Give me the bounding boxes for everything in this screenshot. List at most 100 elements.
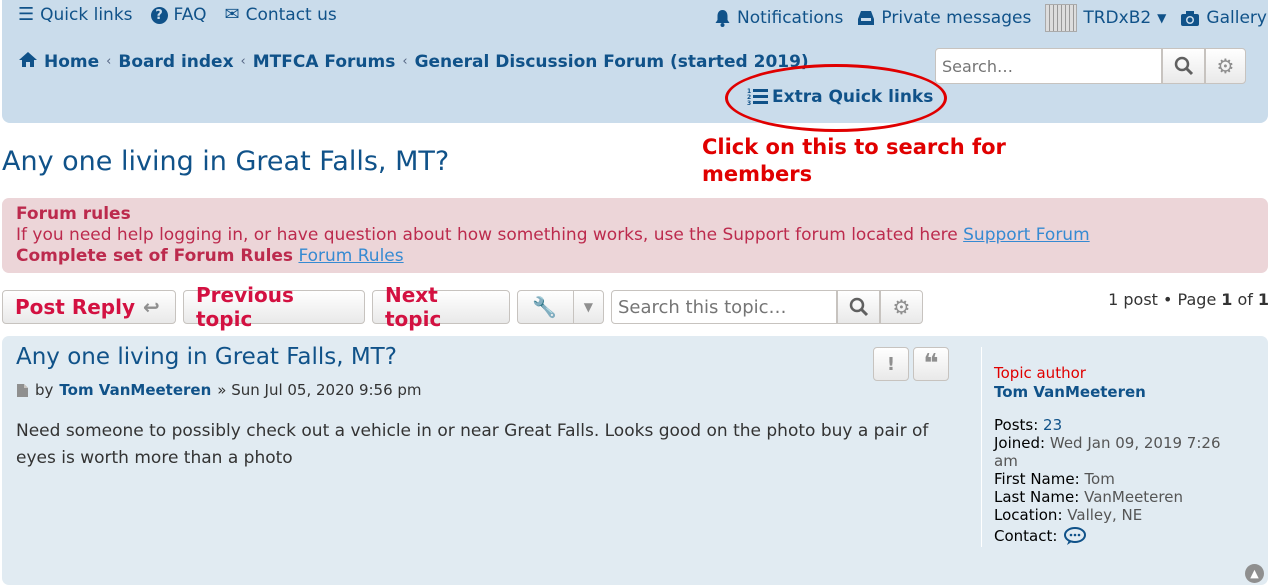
extra-quick-links-label: Extra Quick links: [772, 87, 934, 107]
question-circle-icon: ?: [150, 6, 168, 24]
chevron-left-icon: ‹: [240, 54, 246, 69]
contact-label: Contact:: [994, 527, 1058, 545]
support-forum-link[interactable]: Support Forum: [963, 225, 1090, 245]
wrench-icon: 🔧: [532, 295, 557, 319]
faq-label: FAQ: [173, 5, 207, 25]
previous-topic-button[interactable]: Previous topic: [183, 283, 365, 331]
bell-icon: [715, 10, 730, 27]
location-value: Valley, NE: [1067, 506, 1143, 524]
breadcrumb: Home ‹ Board index ‹ MTFCA Forums ‹ Gene…: [18, 51, 809, 72]
speech-bubble-icon[interactable]: [1063, 526, 1087, 546]
camera-icon: [1181, 10, 1200, 26]
action-bar: Post Reply ↩ Previous topic Next topic 🔧…: [2, 283, 923, 331]
search-input[interactable]: [935, 48, 1162, 84]
post-author-line: by Tom VanMeeteren » Sun Jul 05, 2020 9:…: [16, 381, 422, 399]
next-topic-button[interactable]: Next topic: [372, 283, 510, 331]
quick-links-label: Quick links: [40, 5, 133, 25]
topic-search: ⚙: [611, 290, 923, 324]
user-menu[interactable]: TRDxB2 ▼: [1045, 4, 1166, 32]
breadcrumb-forums[interactable]: MTFCA Forums: [253, 52, 396, 72]
pagination-of: of: [1237, 290, 1253, 309]
location-label: Location:: [994, 506, 1063, 524]
pagination: 1 post • Page 1 of 1: [1108, 290, 1269, 309]
forum-rules-link[interactable]: Forum Rules: [298, 246, 403, 266]
gallery-label: Gallery: [1206, 8, 1267, 28]
post-buttons: ! ❝: [873, 347, 949, 381]
profile-username-link[interactable]: Tom VanMeeteren: [994, 383, 1264, 401]
joined-label: Joined:: [994, 434, 1046, 452]
posts-count-link[interactable]: 23: [1043, 416, 1062, 434]
post-title[interactable]: Any one living in Great Falls, MT?: [16, 344, 397, 370]
forum-rules-text: If you need help logging in, or have que…: [16, 225, 958, 245]
topic-advanced-search-button[interactable]: ⚙: [880, 290, 923, 324]
post-reply-button[interactable]: Post Reply ↩: [2, 290, 176, 324]
topic-search-button[interactable]: [837, 290, 880, 324]
avatar: [1045, 4, 1078, 32]
top-nav-left: ☰ Quick links ? FAQ ✉ Contact us: [18, 5, 337, 25]
post-reply-label: Post Reply: [15, 295, 135, 319]
forum-rules-text-line: If you need help logging in, or have que…: [16, 225, 1254, 246]
annotation-text: Click on this to search for members: [702, 134, 1022, 188]
topic-tools-button[interactable]: 🔧 ▼: [517, 290, 604, 324]
back-to-top-icon[interactable]: ▲: [1245, 564, 1264, 583]
profile-divider: [981, 347, 982, 547]
post-count: 1 post • Page: [1108, 290, 1217, 309]
gear-icon: ⚙: [892, 295, 911, 319]
username-label: TRDxB2: [1083, 8, 1152, 28]
post-date: » Sun Jul 05, 2020 9:56 pm: [217, 381, 422, 399]
faq-link[interactable]: ? FAQ: [150, 5, 207, 25]
notifications-label: Notifications: [737, 8, 844, 28]
forum-rules-heading: Forum rules: [16, 204, 131, 224]
post-file-icon[interactable]: [16, 383, 29, 398]
post-body: Need someone to possibly check out a veh…: [16, 418, 966, 472]
profile-first-name: First Name: Tom: [994, 470, 1264, 488]
topic-author-badge: Topic author: [994, 364, 1086, 382]
forum-rules-complete-line: Complete set of Forum Rules Forum Rules: [16, 246, 1254, 267]
total-pages: 1: [1257, 290, 1269, 309]
last-name-value: VanMeeteren: [1084, 488, 1183, 506]
first-name-label: First Name:: [994, 470, 1080, 488]
chevron-left-icon: ‹: [106, 54, 112, 69]
profile-posts: Posts: 23: [994, 416, 1264, 434]
numbered-list-icon: 1 2 3: [747, 88, 768, 107]
search-button[interactable]: [1162, 48, 1205, 84]
post-by-label: by: [35, 381, 54, 399]
private-messages-link[interactable]: Private messages: [857, 8, 1031, 28]
notifications-link[interactable]: Notifications: [714, 8, 843, 28]
topic-search-input[interactable]: [611, 290, 837, 324]
svg-text:3: 3: [747, 100, 751, 107]
joined-value: Wed Jan 09, 2019 7:26: [1049, 434, 1221, 452]
post-author-link[interactable]: Tom VanMeeteren: [59, 381, 211, 399]
posts-label: Posts:: [994, 416, 1039, 434]
search-icon: [849, 297, 868, 317]
profile-joined: Joined: Wed Jan 09, 2019 7:26: [994, 434, 1264, 452]
post-body-line-1: Need someone to possibly check out a veh…: [16, 421, 929, 441]
caret-down-icon: ▼: [1157, 11, 1167, 25]
search-icon: [1174, 56, 1193, 76]
breadcrumb-home[interactable]: Home: [44, 52, 99, 72]
first-name-value: Tom: [1084, 470, 1115, 488]
quick-links-menu[interactable]: ☰ Quick links: [18, 5, 133, 25]
page-title[interactable]: Any one living in Great Falls, MT?: [2, 146, 449, 177]
reply-icon: ↩: [143, 295, 160, 319]
advanced-search-button[interactable]: ⚙: [1205, 48, 1246, 84]
gear-icon: ⚙: [1216, 54, 1235, 78]
post-body-line-2: eyes is worth more than a photo: [16, 448, 293, 468]
contact-link[interactable]: ✉ Contact us: [224, 5, 336, 25]
annotation-line-2: members: [702, 162, 813, 186]
quote-button[interactable]: ❝: [913, 347, 949, 381]
hamburger-icon: ☰: [18, 4, 35, 25]
profile-location: Location: Valley, NE: [994, 506, 1264, 524]
exclamation-icon: !: [886, 353, 896, 375]
home-icon: [18, 51, 38, 72]
extra-quick-links[interactable]: 1 2 3 Extra Quick links: [747, 87, 933, 107]
current-page: 1: [1221, 290, 1233, 309]
post-profile: Topic author Tom VanMeeteren Posts: 23 J…: [994, 364, 1264, 546]
report-button[interactable]: !: [873, 347, 909, 381]
profile-contact: Contact:: [994, 526, 1264, 546]
breadcrumb-board-index[interactable]: Board index: [118, 52, 233, 72]
caret-down-icon: ▼: [572, 291, 603, 323]
envelope-icon: ✉: [224, 4, 240, 25]
gallery-link[interactable]: Gallery: [1180, 8, 1267, 28]
breadcrumb-forum[interactable]: General Discussion Forum (started 2019): [415, 52, 809, 72]
